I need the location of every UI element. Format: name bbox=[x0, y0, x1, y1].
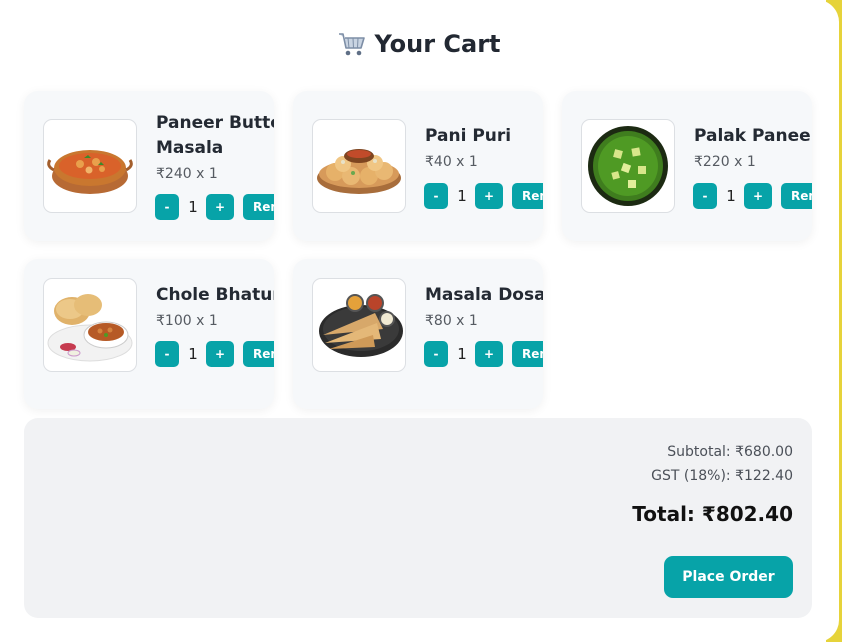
food-image-pani-puri bbox=[312, 119, 406, 213]
cart-panel: Your Cart Paneer Butter Masala ₹240 x 1 … bbox=[0, 0, 839, 642]
increase-quantity-button[interactable]: + bbox=[475, 183, 503, 209]
quantity-value: 1 bbox=[726, 187, 736, 205]
decrease-quantity-button[interactable]: - bbox=[693, 183, 717, 209]
food-image-chole-bhature bbox=[43, 278, 137, 372]
order-summary: Subtotal: ₹680.00 GST (18%): ₹122.40 Tot… bbox=[24, 418, 812, 618]
cart-item: Pani Puri ₹40 x 1 - 1 + Remove bbox=[293, 91, 543, 241]
item-name: Pani Puri bbox=[425, 126, 512, 146]
item-price: ₹220 x 1 bbox=[694, 154, 756, 170]
quantity-value: 1 bbox=[457, 345, 467, 363]
increase-quantity-button[interactable]: + bbox=[206, 194, 234, 220]
remove-item-button[interactable]: Remove bbox=[243, 341, 274, 367]
item-price: ₹100 x 1 bbox=[156, 313, 218, 329]
item-name: Paneer Butter Masala bbox=[156, 113, 274, 158]
item-price: ₹240 x 1 bbox=[156, 166, 218, 182]
item-name: Palak Paneer bbox=[694, 126, 812, 146]
quantity-value: 1 bbox=[188, 345, 198, 363]
remove-item-button[interactable]: Remove bbox=[243, 194, 274, 220]
page-title-text: Your Cart bbox=[374, 30, 501, 58]
remove-item-button[interactable]: Remove bbox=[512, 341, 543, 367]
cart-item: Masala Dosa ₹80 x 1 - 1 + Remove bbox=[293, 259, 543, 409]
food-image-paneer-butter-masala bbox=[43, 119, 137, 213]
item-name: Masala Dosa bbox=[425, 285, 543, 305]
cart-item: Paneer Butter Masala ₹240 x 1 - 1 + Remo… bbox=[24, 91, 274, 241]
cart-item: Chole Bhature ₹100 x 1 - 1 + Remove bbox=[24, 259, 274, 409]
quantity-value: 1 bbox=[457, 187, 467, 205]
page-title: Your Cart bbox=[0, 30, 839, 58]
place-order-button[interactable]: Place Order bbox=[664, 556, 793, 598]
shopping-cart-icon bbox=[339, 33, 366, 56]
increase-quantity-button[interactable]: + bbox=[744, 183, 772, 209]
cart-item: Palak Paneer ₹220 x 1 - 1 + Remove bbox=[562, 91, 812, 241]
quantity-value: 1 bbox=[188, 198, 198, 216]
remove-item-button[interactable]: Remove bbox=[512, 183, 543, 209]
total-text: Total: ₹802.40 bbox=[632, 502, 793, 526]
increase-quantity-button[interactable]: + bbox=[206, 341, 234, 367]
decrease-quantity-button[interactable]: - bbox=[424, 341, 448, 367]
gst-text: GST (18%): ₹122.40 bbox=[651, 468, 793, 484]
decrease-quantity-button[interactable]: - bbox=[155, 194, 179, 220]
decrease-quantity-button[interactable]: - bbox=[155, 341, 179, 367]
item-price: ₹80 x 1 bbox=[425, 313, 478, 329]
increase-quantity-button[interactable]: + bbox=[475, 341, 503, 367]
item-price: ₹40 x 1 bbox=[425, 154, 478, 170]
decrease-quantity-button[interactable]: - bbox=[424, 183, 448, 209]
item-name: Chole Bhature bbox=[156, 285, 274, 305]
food-image-masala-dosa bbox=[312, 278, 406, 372]
remove-item-button[interactable]: Remove bbox=[781, 183, 812, 209]
food-image-palak-paneer bbox=[581, 119, 675, 213]
subtotal-text: Subtotal: ₹680.00 bbox=[667, 444, 793, 460]
